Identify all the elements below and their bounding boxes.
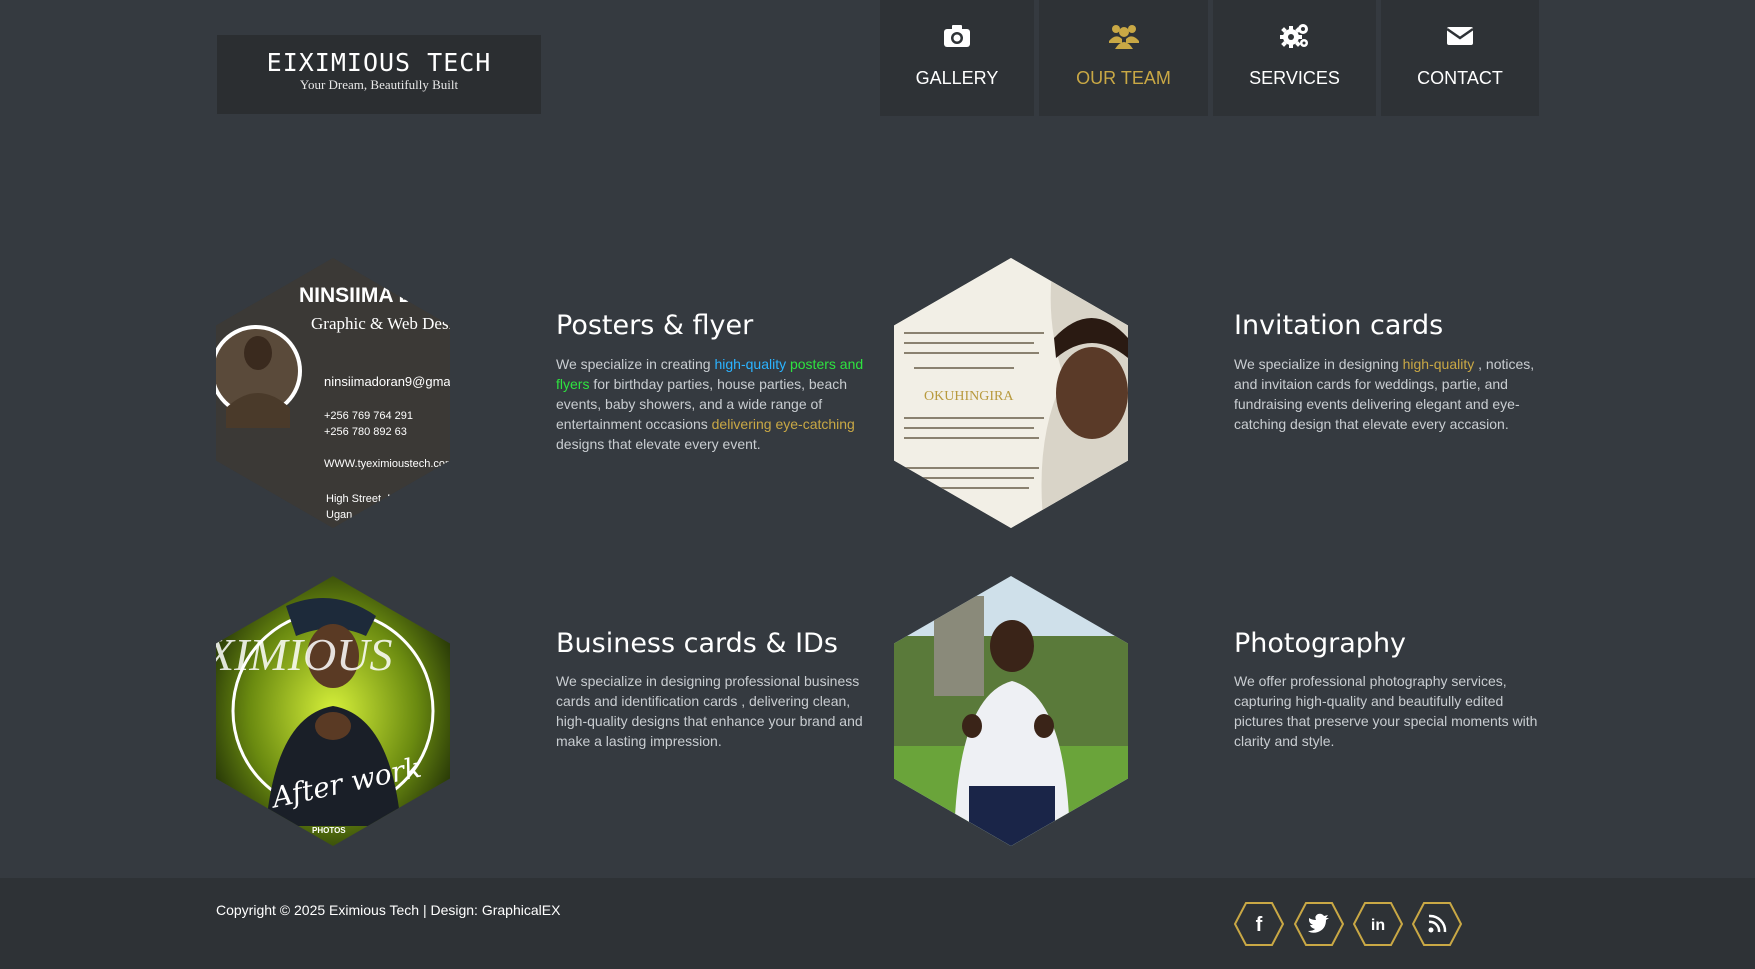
photography-hex-image: [894, 576, 1128, 846]
footer: Copyright © 2025 Eximious Tech | Design:…: [0, 878, 1755, 969]
service-text-invitation: We specialize in designing high-quality …: [1234, 354, 1544, 434]
service-title-posters: Posters & flyer: [556, 310, 754, 341]
card-phone-1: +256 769 764 291: [324, 410, 414, 422]
svg-text:f: f: [1256, 914, 1263, 936]
highlight-eye-catching: delivering eye-catching: [711, 416, 855, 432]
nav-contact[interactable]: CONTACT: [1381, 0, 1539, 116]
service-title-business-cards: Business cards & IDs: [556, 628, 838, 659]
invitation-name-label: OKUHINGIRA: [924, 389, 1014, 404]
card-name: NINSIIMA D: [299, 284, 414, 307]
camera-icon: [880, 20, 1034, 52]
text-part: We specialize in designing: [1234, 356, 1403, 372]
image-tag: PHOTOS: [312, 826, 346, 835]
facebook-link[interactable]: f: [1233, 902, 1285, 946]
twitter-link[interactable]: [1293, 902, 1345, 946]
card-role: Graphic & Web Designer: [311, 314, 450, 333]
invitation-hex-image: OKUHINGIRA: [894, 258, 1128, 528]
nav-our-team[interactable]: OUR TEAM: [1039, 0, 1208, 116]
nav-contact-label: CONTACT: [1417, 68, 1503, 88]
nav-services-label: SERVICES: [1249, 68, 1340, 88]
card-phone-2: +256 780 892 63: [324, 426, 407, 438]
users-icon: [1039, 20, 1208, 52]
card-website: WWW.tyeximioustech.com: [324, 458, 450, 470]
business-card-hex-image: NINSIIMA D Graphic & Web Designer ninsii…: [216, 258, 450, 528]
nav-gallery[interactable]: GALLERY: [880, 0, 1034, 116]
twitter-icon: [1293, 902, 1345, 946]
nav-gallery-label: GALLERY: [915, 68, 999, 88]
logo[interactable]: EIXIMIOUS TECH Your Dream, Beautifully B…: [217, 35, 541, 114]
service-title-invitation: Invitation cards: [1234, 310, 1444, 341]
highlight-high-quality: high-quality: [1402, 356, 1475, 372]
business-id-hex-image: XIMIOUS After work PHOTOS: [216, 576, 450, 846]
logo-tagline: Your Dream, Beautifully Built: [299, 77, 459, 92]
service-text-photography: We offer professional photography servic…: [1234, 673, 1538, 749]
service-text-posters: We specialize in creating high-quality p…: [556, 354, 866, 454]
gears-icon: [1213, 20, 1376, 52]
rss-icon: [1411, 902, 1463, 946]
rss-link[interactable]: [1411, 902, 1463, 946]
nav-our-team-label: OUR TEAM: [1076, 68, 1171, 88]
svg-text:in: in: [1371, 917, 1385, 934]
logo-title: EIXIMIOUS TECH: [266, 48, 492, 77]
card-email: ninsiimadoran9@gmail.co: [324, 374, 450, 389]
service-title-photography: Photography: [1234, 628, 1407, 659]
page: EIXIMIOUS TECH Your Dream, Beautifully B…: [0, 0, 1755, 969]
image-big-letters: XIMIOUS: [216, 629, 393, 680]
card-address-2: Ugan: [326, 509, 353, 521]
service-text-business-cards: We specialize in designing professional …: [556, 673, 863, 749]
facebook-icon: f: [1233, 902, 1285, 946]
envelope-icon: [1381, 20, 1539, 52]
text-part: designs that elevate every event.: [556, 436, 761, 452]
linkedin-link[interactable]: in: [1352, 902, 1404, 946]
text-part: We specialize in creating: [556, 356, 715, 372]
nav-services[interactable]: SERVICES: [1213, 0, 1376, 116]
card-address-1: High Street, M: [326, 493, 397, 505]
linkedin-icon: in: [1352, 902, 1404, 946]
copyright-text: Copyright © 2025 Eximious Tech | Design:…: [216, 902, 561, 918]
highlight-high-quality: high-quality: [714, 356, 787, 372]
